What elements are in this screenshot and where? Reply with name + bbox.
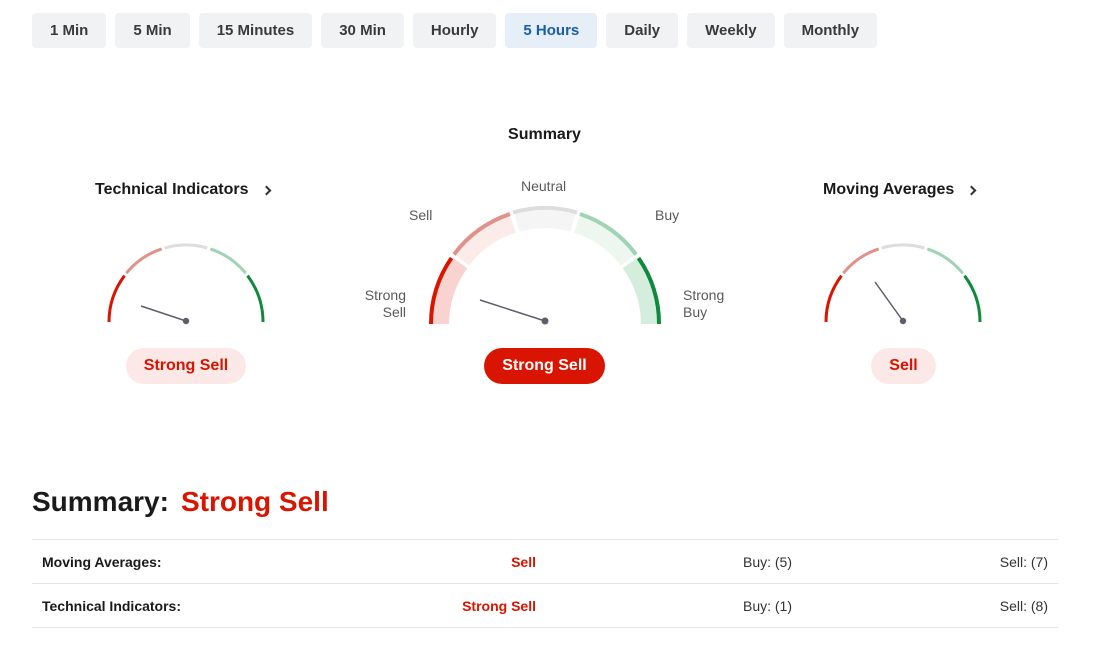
gauge-label-neutral: Neutral — [521, 178, 567, 194]
summary-verdict: Strong Sell — [484, 348, 605, 384]
tab-15-minutes[interactable]: 15 Minutes — [198, 13, 313, 48]
summary-line: Summary: Strong Sell — [32, 486, 329, 518]
moving-averages-gauge — [824, 243, 982, 325]
tab-monthly[interactable]: Monthly — [783, 13, 878, 48]
technical-indicators-title: Technical Indicators — [95, 181, 249, 198]
row-buy-count: Buy: (5) — [742, 554, 792, 570]
moving-averages-title: Moving Averages — [823, 181, 955, 198]
timeframe-tabs: 1 Min 5 Min 15 Minutes 30 Min Hourly 5 H… — [32, 13, 878, 48]
row-signal: Sell — [511, 554, 536, 570]
row-signal: Strong Sell — [462, 598, 536, 614]
row-buy-count: Buy: (1) — [742, 598, 792, 614]
summary-table: Moving Averages: Sell Buy: (5) Sell: (7)… — [32, 539, 1058, 628]
chevron-right-icon — [966, 185, 977, 196]
moving-averages-link[interactable]: Moving Averages — [823, 181, 977, 199]
chevron-right-icon — [261, 185, 271, 196]
row-sell-count: Sell: (7) — [999, 554, 1048, 570]
gauge-label-strong-sell: Strong Sell — [364, 287, 406, 320]
tab-hourly[interactable]: Hourly — [412, 13, 497, 48]
tab-1-min[interactable]: 1 Min — [32, 13, 107, 48]
technical-indicators-verdict: Strong Sell — [126, 348, 246, 384]
summary-line-label: Summary: — [32, 486, 169, 517]
technical-indicators-gauge — [107, 243, 265, 325]
tab-5-hours[interactable]: 5 Hours — [505, 13, 598, 48]
gauge-label-strong-buy: Strong Buy — [683, 287, 725, 320]
tab-weekly[interactable]: Weekly — [687, 13, 775, 48]
summary-line-value: Strong Sell — [180, 486, 329, 517]
table-row: Moving Averages: Sell Buy: (5) Sell: (7) — [32, 540, 1058, 584]
tab-5-min[interactable]: 5 Min — [115, 13, 190, 48]
summary-gauge-title: Summary — [508, 126, 581, 143]
tab-daily[interactable]: Daily — [606, 13, 679, 48]
row-sell-count: Sell: (8) — [999, 598, 1048, 614]
tab-30-min[interactable]: 30 Min — [321, 13, 404, 48]
row-name: Moving Averages: — [42, 554, 162, 570]
summary-gauge — [428, 205, 662, 325]
row-name: Technical Indicators: — [42, 598, 181, 614]
technical-indicators-link[interactable]: Technical Indicators — [95, 181, 271, 199]
moving-averages-verdict: Sell — [871, 348, 936, 384]
table-row: Technical Indicators: Strong Sell Buy: (… — [32, 584, 1058, 628]
